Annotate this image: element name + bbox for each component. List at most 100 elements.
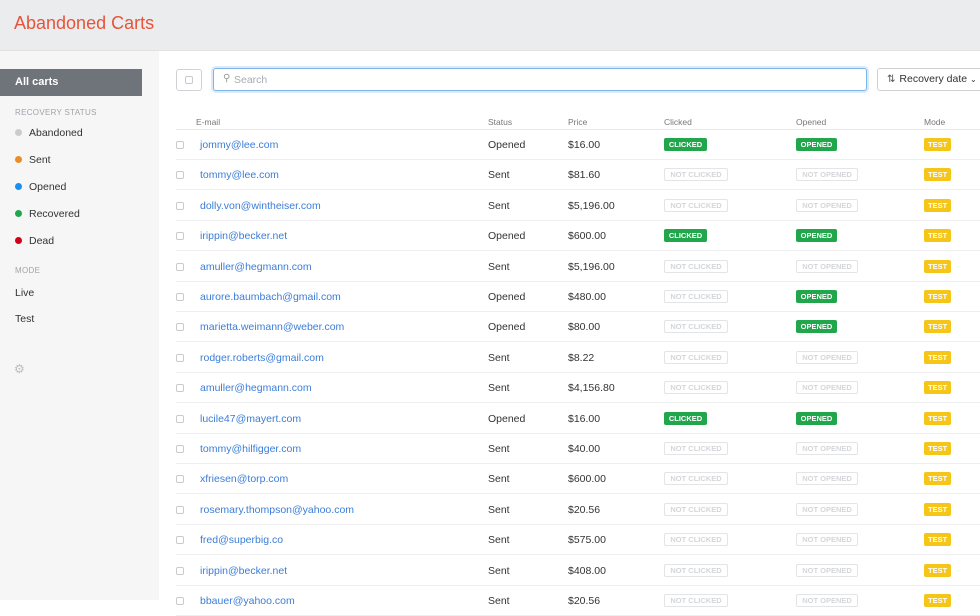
row-checkbox[interactable] [176, 384, 184, 393]
table-row[interactable]: tommy@hilfigger.com Sent $40.00 NOT CLICKED… [176, 434, 980, 464]
row-checkbox[interactable] [176, 566, 184, 575]
price-text: $5,196.00 [568, 199, 615, 212]
table-row[interactable]: lucile47@mayert.com Opened $16.00 CLICKED OP… [176, 404, 980, 434]
email-link[interactable]: tommy@lee.com [200, 169, 279, 181]
email-link[interactable]: marietta.weimann@weber.com [200, 321, 344, 333]
table-row[interactable]: irippin@becker.net Sent $408.00 NOT CLICKED… [176, 556, 980, 586]
row-checkbox[interactable] [176, 414, 184, 423]
status-text: Opened [488, 291, 526, 303]
email-link[interactable]: rosemary.thompson@yahoo.com [200, 504, 354, 516]
email-link[interactable]: dolly.von@wintheiser.com [200, 200, 321, 212]
select-all-button[interactable] [176, 69, 202, 91]
mode-badge: TEST [924, 442, 951, 455]
row-checkbox[interactable] [176, 171, 184, 180]
not-clicked-badge: NOT CLICKED [664, 502, 728, 516]
app-header: Abandoned Carts [0, 0, 980, 51]
email-link[interactable]: lucile47@mayert.com [200, 413, 301, 425]
not-opened-badge: NOT OPENED [796, 502, 858, 516]
email-link[interactable]: amuller@hegmann.com [200, 261, 312, 273]
status-text: Opened [488, 412, 526, 425]
mode-badge: TEST [924, 411, 951, 425]
email-link[interactable]: tommy@hilfigger.com [200, 443, 301, 455]
status-text: Sent [488, 199, 510, 212]
not-clicked-badge: NOT CLICKED [664, 563, 728, 577]
gear-icon[interactable]: ⚙ [14, 362, 25, 376]
table-row[interactable]: aurore.baumbach@gmail.com Opened $480.00 NO… [176, 282, 980, 312]
mode-badge: TEST [924, 290, 951, 303]
email-link[interactable]: aurore.baumbach@gmail.com [200, 291, 341, 303]
sidebar-item-label: Abandoned [29, 127, 83, 139]
sidebar-item-live[interactable]: Live [15, 287, 34, 299]
table-row[interactable]: tommy@lee.com Sent $81.60 NOT CLICKED NOT OP… [176, 160, 980, 191]
table-row[interactable]: bbauer@yahoo.com Sent $20.56 NOT CLICKED NOT… [176, 586, 980, 616]
table-row[interactable]: jommy@lee.com Opened $16.00 CLICKED OPENED TE… [176, 130, 980, 160]
not-clicked-badge: NOT CLICKED [664, 381, 728, 395]
email-link[interactable]: amuller@hegmann.com [200, 382, 312, 394]
sidebar-item-all-carts[interactable]: All carts [0, 69, 142, 96]
row-checkbox[interactable] [176, 475, 184, 484]
column-header-clicked[interactable]: Clicked [664, 117, 692, 127]
search-input[interactable] [234, 72, 854, 87]
row-checkbox[interactable] [176, 232, 184, 241]
status-text: Sent [488, 595, 510, 607]
table-row[interactable]: rosemary.thompson@yahoo.com Sent $20.56 NOT… [176, 495, 980, 525]
sidebar-item-dead[interactable]: Dead [15, 235, 54, 247]
sort-dropdown[interactable]: ⇅ Recovery date ⌄ [877, 68, 980, 91]
status-text: Sent [488, 260, 510, 273]
mode-badge: TEST [924, 502, 951, 516]
table-row[interactable]: rodger.roberts@gmail.com Sent $8.22 NOT CLI… [176, 343, 980, 373]
email-link[interactable]: rodger.roberts@gmail.com [200, 352, 324, 364]
price-text: $600.00 [568, 230, 606, 243]
table-row[interactable]: amuller@hegmann.com Sent $5,196.00 NOT CLIC… [176, 252, 980, 282]
sidebar-item-label: Opened [29, 181, 67, 193]
opened-badge: OPENED [796, 320, 837, 334]
not-clicked-badge: NOT CLICKED [664, 533, 728, 547]
row-checkbox[interactable] [176, 445, 184, 453]
email-link[interactable]: xfriesen@torp.com [200, 473, 288, 485]
table-row[interactable]: irippin@becker.net Opened $600.00 CLICKED OP… [176, 221, 980, 252]
row-checkbox[interactable] [176, 597, 184, 605]
search-box[interactable]: ⚲ [213, 68, 867, 91]
row-checkbox[interactable] [176, 141, 184, 149]
sidebar-item-sent[interactable]: Sent [15, 154, 51, 166]
price-text: $600.00 [568, 473, 606, 486]
table-row[interactable]: dolly.von@wintheiser.com Sent $5,196.00 NOT… [176, 191, 980, 221]
sidebar-item-test[interactable]: Test [15, 313, 34, 325]
table-row[interactable]: amuller@hegmann.com Sent $4,156.80 NOT CLIC… [176, 373, 980, 404]
email-link[interactable]: irippin@becker.net [200, 230, 287, 242]
row-checkbox[interactable] [176, 323, 184, 332]
not-opened-badge: NOT OPENED [796, 381, 858, 395]
status-text: Sent [488, 503, 510, 516]
column-header-email[interactable]: E-mail [196, 117, 220, 127]
table-row[interactable]: marietta.weimann@weber.com Opened $80.00 NO… [176, 312, 980, 343]
row-checkbox[interactable] [176, 536, 184, 545]
sidebar-item-opened[interactable]: Opened [15, 181, 66, 193]
column-header-status[interactable]: Status [488, 117, 512, 127]
row-checkbox[interactable] [176, 201, 184, 210]
status-dot-sent [15, 156, 22, 163]
email-link[interactable]: bbauer@yahoo.com [200, 595, 295, 607]
row-checkbox[interactable] [176, 293, 184, 301]
row-checkbox[interactable] [176, 353, 184, 362]
status-text: Sent [488, 564, 510, 577]
status-text: Sent [488, 351, 510, 364]
not-clicked-badge: NOT CLICKED [664, 350, 728, 364]
column-header-mode[interactable]: Mode [924, 117, 945, 127]
select-all-checkbox[interactable] [185, 76, 193, 84]
recovery-status-heading: RECOVERY STATUS [15, 108, 97, 117]
status-dot-recovered [15, 210, 22, 217]
sidebar-item-abandoned[interactable]: Abandoned [15, 127, 83, 139]
mode-heading: MODE [15, 266, 41, 275]
table-row[interactable]: xfriesen@torp.com Sent $600.00 NOT CLICKED N… [176, 464, 980, 495]
email-link[interactable]: fred@superbig.co [200, 534, 283, 546]
mode-badge: TEST [924, 259, 951, 273]
not-clicked-badge: NOT CLICKED [664, 168, 728, 182]
sidebar-item-recovered[interactable]: Recovered [15, 208, 80, 220]
row-checkbox[interactable] [176, 505, 184, 514]
email-link[interactable]: irippin@becker.net [200, 565, 287, 577]
column-header-price[interactable]: Price [568, 117, 587, 127]
table-row[interactable]: fred@superbig.co Sent $575.00 NOT CLICKED NO… [176, 525, 980, 556]
email-link[interactable]: jommy@lee.com [200, 139, 278, 151]
column-header-opened[interactable]: Opened [796, 117, 826, 127]
row-checkbox[interactable] [176, 262, 184, 271]
